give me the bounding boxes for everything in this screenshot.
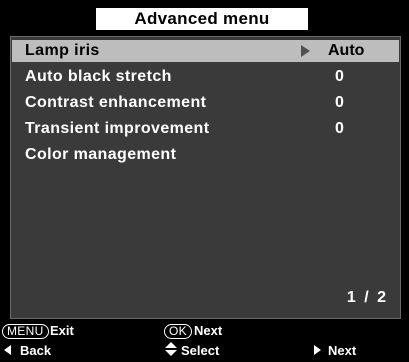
page-indicator: 1 / 2	[346, 289, 388, 306]
menu-item-value: Auto	[328, 42, 365, 59]
menu-item-lamp-iris[interactable]: Lamp iris Auto	[12, 40, 399, 62]
menu-item-value: 0	[335, 94, 344, 111]
triangle-right-icon	[301, 45, 310, 57]
menu-item-transient-improvement[interactable]: Transient improvement 0	[12, 118, 399, 140]
menu-item-contrast-enhancement[interactable]: Contrast enhancement 0	[12, 92, 399, 114]
menu-item-value: 0	[335, 68, 344, 85]
up-down-triangle-icon	[165, 342, 177, 356]
exit-label: Exit	[50, 323, 74, 338]
projector-osd: Advanced menu Lamp iris Auto Auto black …	[0, 0, 409, 362]
menu-panel: Lamp iris Auto Auto black stretch 0 Cont…	[10, 36, 401, 319]
menu-item-label: Auto black stretch	[25, 68, 172, 85]
menu-item-label: Color management	[25, 146, 177, 163]
select-label: Select	[181, 343, 220, 358]
menu-item-auto-black-stretch[interactable]: Auto black stretch 0	[12, 66, 399, 88]
menu-item-color-management[interactable]: Color management	[12, 144, 399, 166]
ok-key-icon: OK	[164, 324, 192, 339]
next-label: Next	[328, 343, 357, 358]
menu-item-label: Lamp iris	[25, 42, 100, 59]
menu-item-label: Transient improvement	[25, 120, 210, 137]
menu-key-icon: MENU	[2, 324, 49, 339]
menu-item-value: 0	[335, 120, 344, 137]
menu-item-label: Contrast enhancement	[25, 94, 207, 111]
triangle-left-icon	[4, 345, 11, 355]
menu-title: Advanced menu	[96, 8, 308, 30]
triangle-right-icon	[314, 345, 321, 355]
key-guide: MENU Exit OK Next Back Select Next	[0, 320, 409, 362]
next-top-label: Next	[194, 323, 223, 338]
back-label: Back	[20, 343, 52, 358]
